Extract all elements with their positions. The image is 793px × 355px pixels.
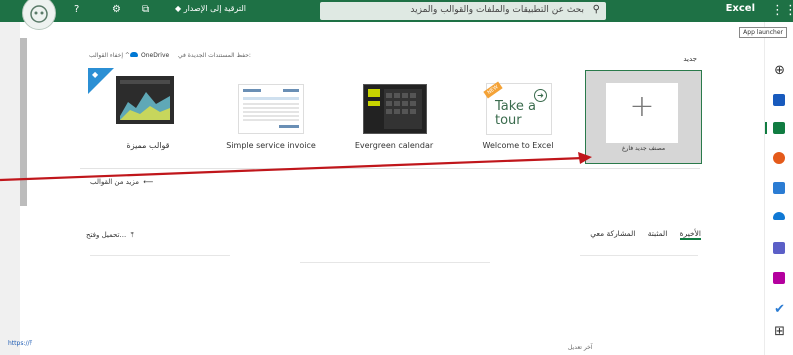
diamond-icon: ◆ <box>92 70 99 79</box>
list-column-header: آخر تعديل <box>568 344 593 351</box>
app-brand[interactable]: Excel <box>726 3 755 14</box>
plus-icon: + <box>629 89 655 124</box>
template-label: قوالب مميزة <box>126 141 170 150</box>
avatar-icon <box>30 5 48 23</box>
diamond-icon: ◆ <box>175 4 182 13</box>
template-label: مصنف جديد فارغ <box>621 145 666 152</box>
premium-thumbnail <box>116 76 174 124</box>
upload-label: تحميل وفتح... <box>86 231 127 239</box>
onenote-icon[interactable] <box>773 272 785 284</box>
help-button[interactable]: ? <box>74 4 79 15</box>
file-tabs: المشاركة معي المثبتة الأخيرة <box>580 229 701 240</box>
blank-workbook-thumbnail: + <box>606 83 678 143</box>
top-bar: ⋮⋮ Excel بحث عن التطبيقات والملفات والقو… <box>0 0 793 22</box>
template-blank-workbook[interactable]: + مصنف جديد فارغ <box>585 70 702 164</box>
onedrive-icon[interactable] <box>773 212 785 220</box>
all-apps-icon[interactable]: ⊞ <box>774 324 785 339</box>
invoice-thumbnail <box>243 89 299 128</box>
template-simple-service-invoice[interactable] <box>238 84 304 134</box>
tab-shared[interactable]: المشاركة معي <box>590 229 635 238</box>
status-url-text: https:// <box>8 340 30 347</box>
upload-icon: ⤒ <box>128 231 134 239</box>
pin-icon: ⤒ <box>29 340 33 347</box>
template-premium[interactable]: ◆ <box>88 68 188 132</box>
active-app-indicator <box>765 122 767 134</box>
upgrade-label: الترقية إلى الإصدار <box>183 4 246 13</box>
upgrade-link[interactable]: ◆ الترقية إلى الإصدار <box>175 4 246 13</box>
template-welcome-to-excel[interactable]: NEW ➜ Take a tour <box>483 81 552 135</box>
list-placeholder-line <box>580 255 698 256</box>
search-box[interactable]: بحث عن التطبيقات والملفات والقوالب والمز… <box>320 2 606 20</box>
upload-and-open-button[interactable]: تحميل وفتح... ⤒ <box>86 231 134 240</box>
todo-icon[interactable]: ✔ <box>774 302 785 317</box>
list-placeholder-line <box>90 255 230 256</box>
section-title-new: جديد <box>683 55 697 63</box>
outlook-mail-icon[interactable] <box>773 182 785 194</box>
teams-icon[interactable] <box>773 242 785 254</box>
excel-icon[interactable] <box>773 122 785 134</box>
outlook-icon[interactable] <box>773 94 785 106</box>
search-icon: ⚲ <box>592 4 600 15</box>
status-url: https://⤒ <box>8 340 32 348</box>
tab-recent[interactable]: الأخيرة <box>679 229 701 240</box>
office-icon[interactable] <box>773 152 785 164</box>
template-label: Simple service invoice <box>226 141 316 150</box>
annotation-arrow <box>0 152 592 182</box>
launcher-tooltip: App launcher <box>739 27 787 38</box>
new-ribbon: NEW <box>483 81 503 99</box>
template-evergreen-calendar[interactable] <box>363 84 427 134</box>
gear-icon[interactable]: ⚙ <box>112 4 121 15</box>
avatar[interactable] <box>22 0 56 30</box>
tab-pinned[interactable]: المثبتة <box>648 229 668 238</box>
template-label: Welcome to Excel <box>482 141 554 150</box>
hide-templates-link[interactable]: إخفاء القوالب ^ <box>89 52 130 59</box>
template-label: Evergreen calendar <box>354 141 434 150</box>
search-input[interactable]: بحث عن التطبيقات والملفات والقوالب والمز… <box>410 5 584 15</box>
save-location-note: حفظ المستندات الجديدة في: <box>178 52 251 59</box>
onedrive-location[interactable]: OneDrive <box>141 52 169 59</box>
calendar-thumbnail <box>368 89 422 129</box>
add-icon[interactable]: ⊕ <box>774 63 785 78</box>
onedrive-cloud-icon <box>130 52 138 57</box>
share-icon[interactable]: ⧉ <box>142 4 149 15</box>
list-placeholder-line <box>300 262 490 263</box>
take-tour-text: Take a tour <box>495 99 536 128</box>
app-launcher-button[interactable]: ⋮⋮ <box>771 3 793 19</box>
